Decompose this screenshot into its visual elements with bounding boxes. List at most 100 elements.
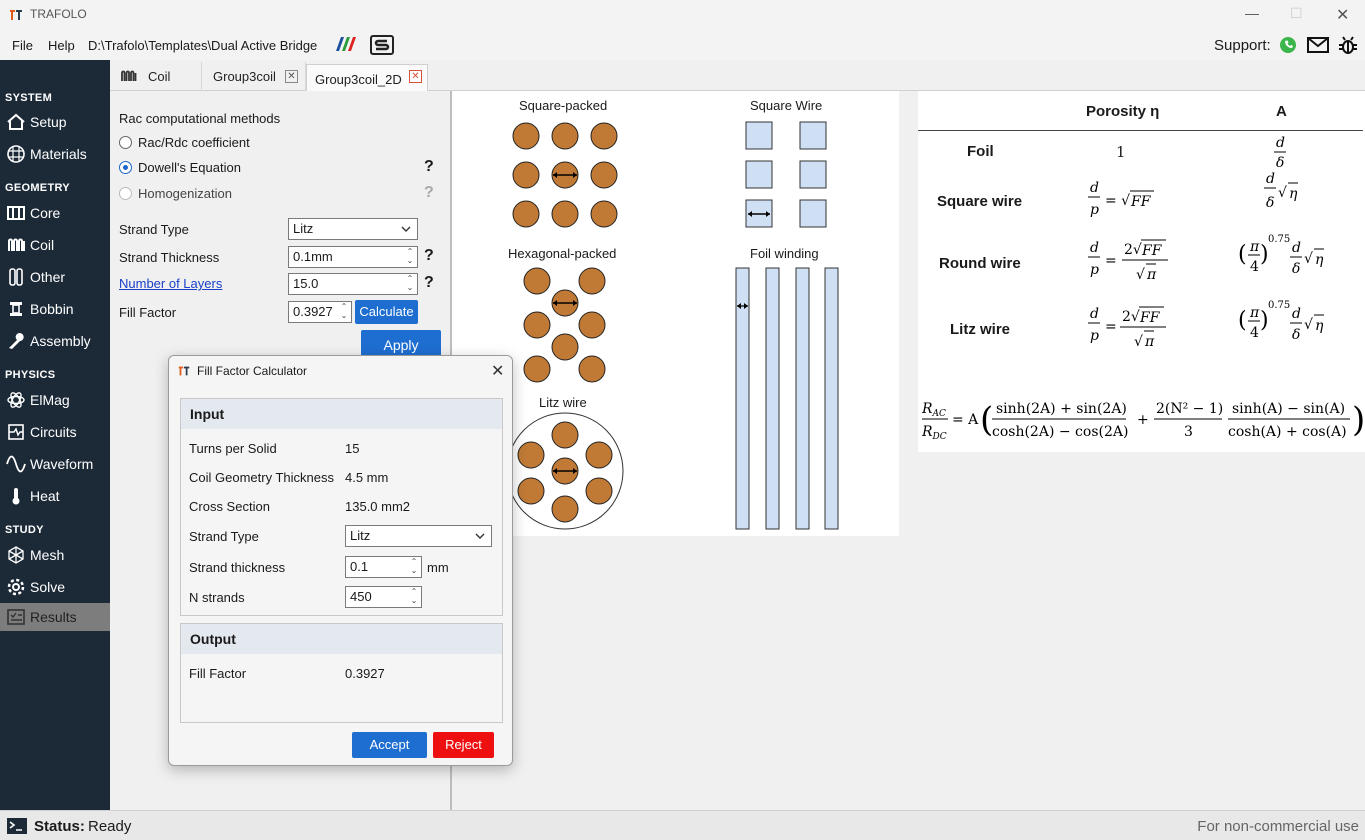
- help-dowell-icon[interactable]: ?: [424, 158, 434, 176]
- sidebar-item-assembly[interactable]: Assembly: [0, 327, 110, 355]
- mail-icon[interactable]: [1307, 36, 1329, 54]
- content-area: Square-packed Square Wire Hexagonal-pack…: [450, 91, 1365, 810]
- support-label: Support:: [1214, 37, 1271, 54]
- svg-text:= A: = A: [952, 412, 979, 428]
- help-strand-thickness-icon[interactable]: ?: [424, 247, 434, 265]
- tab-close-icon[interactable]: ✕: [285, 70, 298, 83]
- radio-rac-rdc[interactable]: [119, 136, 132, 149]
- label-litz-wire: Litz wire: [539, 395, 587, 410]
- svg-text:p: p: [1090, 262, 1099, 278]
- svg-text:4: 4: [1250, 259, 1259, 275]
- svg-text:δ: δ: [1276, 155, 1284, 171]
- reject-button[interactable]: Reject: [433, 732, 494, 758]
- project-path: D:\Trafolo\Templates\Dual Active Bridge: [88, 38, 318, 53]
- sidebar-item-elmag[interactable]: ElMag: [0, 386, 110, 414]
- coil-icon: [121, 70, 137, 81]
- tab-group3coil[interactable]: Group3coil ✕: [202, 62, 306, 91]
- maximize-icon[interactable]: ☐: [1290, 5, 1303, 22]
- svg-text:2√: 2√: [1124, 242, 1142, 258]
- gear-icon: [7, 578, 25, 596]
- sidebar-item-circuits[interactable]: Circuits: [0, 418, 110, 446]
- close-icon[interactable]: ✕: [1336, 5, 1349, 25]
- svg-text:η: η: [1289, 186, 1298, 202]
- sidebar-item-setup[interactable]: Setup: [0, 108, 110, 136]
- atom-icon: [7, 392, 25, 408]
- tab-label: Group3coil_2D: [315, 72, 402, 87]
- output-fill-factor-value: 0.3927: [345, 666, 385, 681]
- svg-text:√: √: [1304, 251, 1313, 267]
- formula-graphics: dδ dp = √ FF dδ √ η dp = 2√ FF √ π (π4) 0.75…: [921, 135, 1365, 442]
- sidebar-item-results[interactable]: Results: [0, 603, 110, 631]
- section-geometry: GEOMETRY: [5, 182, 70, 194]
- label-hexagonal-packed: Hexagonal-packed: [508, 246, 617, 261]
- title-bar: TRAFOLO — ☐ ✕: [0, 0, 1365, 30]
- label-square-wire: Square Wire: [750, 98, 823, 113]
- porosity-formula-table: Porosity η A Foil 1 Square wire Round wi…: [918, 91, 1365, 452]
- radio-dowell[interactable]: [119, 161, 132, 174]
- tab-group3coil-2d[interactable]: Group3coil_2D ✕: [306, 64, 428, 92]
- radio-label: Dowell's Equation: [138, 160, 241, 175]
- terminal-icon[interactable]: [6, 817, 28, 835]
- svg-text:d: d: [1090, 306, 1099, 322]
- sidebar-item-heat[interactable]: Heat: [0, 482, 110, 510]
- sidebar-label: Bobbin: [30, 301, 74, 317]
- sidebar-item-waveform[interactable]: Waveform: [0, 450, 110, 478]
- strand-thickness-unit: mm: [427, 560, 449, 575]
- svg-text:√: √: [1304, 317, 1313, 333]
- circuit-icon: [8, 424, 24, 440]
- spin-arrows-icon[interactable]: ⌃ ⌄: [403, 274, 417, 294]
- sidebar-item-materials[interactable]: Materials: [0, 140, 110, 168]
- radio-homogenization[interactable]: [119, 187, 132, 200]
- dialog-close-icon[interactable]: ✕: [491, 361, 504, 381]
- tab-coil[interactable]: Coil: [110, 62, 202, 91]
- svg-text:=: =: [1105, 253, 1117, 269]
- sidebar-item-solve[interactable]: Solve: [0, 573, 110, 601]
- minimize-icon[interactable]: —: [1245, 5, 1259, 21]
- input-value: 0.3927: [293, 304, 333, 319]
- spin-arrows-icon[interactable]: ⌃ ⌄: [403, 247, 417, 267]
- svg-text:cosh(2A) − cos(2A): cosh(2A) − cos(2A): [992, 424, 1128, 440]
- sidebar-item-bobbin[interactable]: Bobbin: [0, 295, 110, 323]
- number-of-layers-link[interactable]: Number of Layers: [119, 276, 222, 291]
- svg-text:√: √: [1278, 185, 1287, 201]
- sidebar-item-coil[interactable]: Coil: [0, 231, 110, 259]
- sidebar-label: Assembly: [30, 333, 91, 349]
- bug-report-icon[interactable]: [1338, 35, 1358, 55]
- fill-factor-input[interactable]: 0.3927 ⌃ ⌄: [288, 301, 352, 323]
- number-of-layers-input[interactable]: 15.0 ⌃ ⌄: [288, 273, 418, 295]
- calculate-button[interactable]: Calculate: [355, 300, 418, 324]
- paraview-icon[interactable]: [333, 35, 357, 53]
- spin-arrows-icon[interactable]: ⌃ ⌄: [407, 587, 421, 607]
- dialog-strand-type-select[interactable]: Litz: [345, 525, 492, 547]
- svg-text:): ): [1260, 308, 1269, 333]
- svg-text:2(N² − 1): 2(N² − 1): [1156, 401, 1223, 417]
- dialog-strand-thickness-input[interactable]: 0.1 ⌃ ⌄: [345, 556, 422, 578]
- sidebar-item-mesh[interactable]: Mesh: [0, 541, 110, 569]
- help-layers-icon[interactable]: ?: [424, 274, 434, 292]
- svg-text:3: 3: [1184, 424, 1193, 440]
- spin-arrows-icon[interactable]: ⌃ ⌄: [407, 557, 421, 577]
- tab-close-icon[interactable]: ✕: [409, 70, 422, 83]
- app-title: TRAFOLO: [30, 7, 87, 21]
- spin-arrows-icon[interactable]: ⌃ ⌄: [337, 302, 351, 322]
- wrench-icon: [9, 333, 24, 349]
- sidebar-item-other[interactable]: Other: [0, 263, 110, 291]
- svg-text:π: π: [1249, 239, 1260, 255]
- solver-icon[interactable]: [370, 35, 394, 55]
- menu-help[interactable]: Help: [48, 38, 75, 53]
- n-strands-input[interactable]: 450 ⌃ ⌄: [345, 586, 422, 608]
- sidebar-label: Setup: [30, 114, 67, 130]
- accept-button[interactable]: Accept: [352, 732, 427, 758]
- svg-text:sinh(A) − sin(A): sinh(A) − sin(A): [1232, 401, 1345, 417]
- strand-thickness-input[interactable]: 0.1mm ⌃ ⌄: [288, 246, 418, 268]
- home-icon: [7, 113, 25, 130]
- sidebar-item-core[interactable]: Core: [0, 199, 110, 227]
- apply-button[interactable]: Apply: [361, 330, 441, 358]
- menu-file[interactable]: File: [12, 38, 33, 53]
- whatsapp-icon[interactable]: [1279, 36, 1297, 54]
- help-homogenization-icon[interactable]: ?: [424, 184, 434, 202]
- status-label: Status:: [34, 818, 85, 835]
- strand-type-select[interactable]: Litz: [288, 218, 418, 240]
- input-group-title: Input: [181, 399, 502, 429]
- radio-label: Rac/Rdc coefficient: [138, 135, 250, 150]
